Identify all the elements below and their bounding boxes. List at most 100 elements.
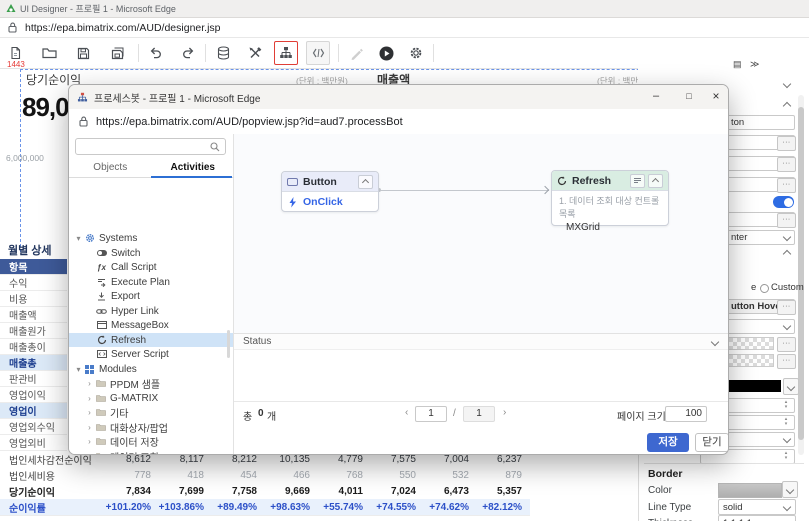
ellipsis-button[interactable]: ···: [777, 136, 796, 151]
refresh-node-body[interactable]: 1. 데이터 조회 대상 컨트롤 목록 MXGrid: [552, 191, 668, 233]
folder-icon: [94, 437, 107, 445]
table-row: 매출원가: [0, 323, 67, 339]
chevron-right-icon[interactable]: ›: [85, 452, 94, 455]
main-urlbar[interactable]: https://epa.bimatrix.com/AUD/designer.js…: [0, 18, 809, 38]
save-button[interactable]: 저장: [647, 433, 689, 452]
button-node-header[interactable]: Button: [282, 172, 378, 192]
custom-radio[interactable]: [760, 284, 769, 293]
chevron-right-icon[interactable]: ›: [85, 394, 94, 403]
page-input[interactable]: 1: [415, 406, 447, 422]
chevron-right-icon[interactable]: ›: [85, 379, 94, 388]
ellipsis-button[interactable]: ···: [777, 213, 796, 228]
tree-item-execute-plan[interactable]: Execute Plan: [69, 275, 233, 289]
minimize-button[interactable]: –: [647, 89, 665, 105]
color-dropdown-button[interactable]: [782, 481, 798, 498]
chevron-down-icon[interactable]: ▾: [74, 365, 83, 374]
stepper-arrows[interactable]: ▴ ▾: [781, 451, 791, 460]
chevron-down-icon[interactable]: [782, 79, 792, 89]
prev-page-button[interactable]: ‹: [405, 407, 408, 418]
chevron-down-icon[interactable]: [710, 337, 720, 347]
main-url[interactable]: https://epa.bimatrix.com/AUD/designer.js…: [25, 22, 221, 34]
stepper-arrows[interactable]: ▴ ▾: [781, 417, 791, 426]
popup-url[interactable]: https://epa.bimatrix.com/AUD/popview.jsp…: [96, 116, 403, 128]
tree-item-call-script[interactable]: ƒx Call Script: [69, 260, 233, 274]
save-all-button[interactable]: [104, 40, 130, 66]
kpi-big-number: 89,0: [22, 92, 70, 122]
button-node[interactable]: Button OnClick: [281, 171, 379, 212]
close-button[interactable]: 닫기: [695, 433, 728, 452]
chevron-down-icon[interactable]: ▾: [74, 234, 83, 243]
tree-item-folder-etc[interactable]: › 기타: [69, 405, 233, 420]
ellipsis-button[interactable]: ···: [777, 300, 796, 315]
chevron-up-icon[interactable]: [782, 101, 792, 111]
toggle-switch-on[interactable]: [773, 196, 794, 208]
collapse-button[interactable]: [358, 174, 373, 189]
maximize-button[interactable]: □: [680, 89, 698, 105]
chevron-up-icon[interactable]: [782, 249, 792, 259]
menu-button[interactable]: [630, 173, 645, 188]
tree-scrollbar-thumb[interactable]: [227, 330, 230, 358]
button-node-body[interactable]: OnClick: [282, 192, 378, 212]
ellipsis-button[interactable]: ···: [777, 178, 796, 193]
edit-pencil-icon: [351, 48, 363, 60]
page-size-input[interactable]: 100: [665, 406, 707, 422]
redo-button[interactable]: [175, 40, 201, 66]
ellipsis-button[interactable]: ···: [777, 157, 796, 172]
flow-canvas[interactable]: Button OnClick Refresh 1. 데이터 조회 대상 컨트롤 …: [234, 134, 728, 333]
table-row-tax: 법인세비용 778 418 454 466 768 550 532 879: [0, 467, 530, 484]
tab-activities[interactable]: Activities: [152, 159, 235, 177]
refresh-node[interactable]: Refresh 1. 데이터 조회 대상 컨트롤 목록 MXGrid: [551, 170, 669, 233]
line-type-value: solid: [723, 502, 743, 513]
tree-item-export[interactable]: Export: [69, 289, 233, 303]
tree-item-refresh[interactable]: Refresh: [69, 333, 233, 347]
panel-list-icon[interactable]: ▤: [733, 59, 742, 70]
tree-item-systems[interactable]: ▾ Systems: [69, 231, 233, 245]
link-icon: [95, 307, 108, 316]
tree-item-hyper-link[interactable]: Hyper Link: [69, 304, 233, 318]
chevron-right-icon[interactable]: ›: [85, 437, 94, 446]
process-bot-button[interactable]: [274, 41, 298, 65]
code-view-button[interactable]: [306, 41, 330, 65]
panel-expand-icon[interactable]: ≫: [750, 59, 759, 70]
tree-item-folder-dialog[interactable]: › 대화상자/팝업: [69, 420, 233, 435]
edit-button[interactable]: [343, 40, 369, 66]
status-section-header[interactable]: Status: [234, 333, 728, 350]
open-button[interactable]: [36, 40, 62, 66]
settings-button[interactable]: [403, 40, 429, 66]
save-button[interactable]: [70, 40, 96, 66]
search-input[interactable]: [75, 138, 226, 155]
ellipsis-button[interactable]: ···: [777, 354, 796, 369]
collapse-button[interactable]: [648, 173, 663, 188]
chevron-right-icon[interactable]: ›: [85, 423, 94, 432]
popup-urlbar[interactable]: https://epa.bimatrix.com/AUD/popview.jsp…: [69, 109, 728, 135]
stepper-arrows[interactable]: ▴ ▾: [781, 400, 791, 409]
run-button[interactable]: [373, 40, 399, 66]
status-title: Status: [243, 336, 272, 347]
onclick-event-label[interactable]: OnClick: [303, 196, 343, 208]
code-icon: [312, 48, 324, 58]
color-dropdown-button[interactable]: [783, 378, 799, 395]
database-icon: [217, 46, 229, 60]
ellipsis-button[interactable]: ···: [777, 337, 796, 352]
data-source-button[interactable]: [210, 40, 236, 66]
refresh-node-header[interactable]: Refresh: [552, 171, 668, 191]
popup-titlebar[interactable]: 프로세스봇 - 프로필 1 - Microsoft Edge: [69, 85, 728, 110]
tree-item-server-script[interactable]: Server Script: [69, 347, 233, 361]
modules-grid-icon: [83, 364, 96, 374]
table-row: 영업이익: [0, 387, 67, 403]
tree-item-messagebox[interactable]: MessageBox: [69, 318, 233, 332]
tree-item-folder-gmatrix[interactable]: › G-MATRIX: [69, 391, 233, 405]
chevron-right-icon[interactable]: ›: [85, 408, 94, 417]
tree-item-modules[interactable]: ▾ Modules: [69, 362, 233, 376]
undo-button[interactable]: [143, 40, 169, 66]
tree-item-folder-data-query[interactable]: ›데이터 조회: [69, 449, 233, 455]
next-page-button[interactable]: ›: [503, 407, 506, 418]
tree-item-switch[interactable]: Switch: [69, 246, 233, 260]
build-tools-button[interactable]: [242, 40, 268, 66]
border-color-swatch[interactable]: [718, 483, 782, 498]
close-button[interactable]: ×: [707, 89, 725, 105]
tab-objects[interactable]: Objects: [69, 159, 152, 177]
tree-item-folder-data-save[interactable]: › 데이터 저장: [69, 434, 233, 449]
divider: [644, 463, 804, 464]
tree-item-folder-ppdm[interactable]: › PPDM 샘플: [69, 376, 233, 391]
